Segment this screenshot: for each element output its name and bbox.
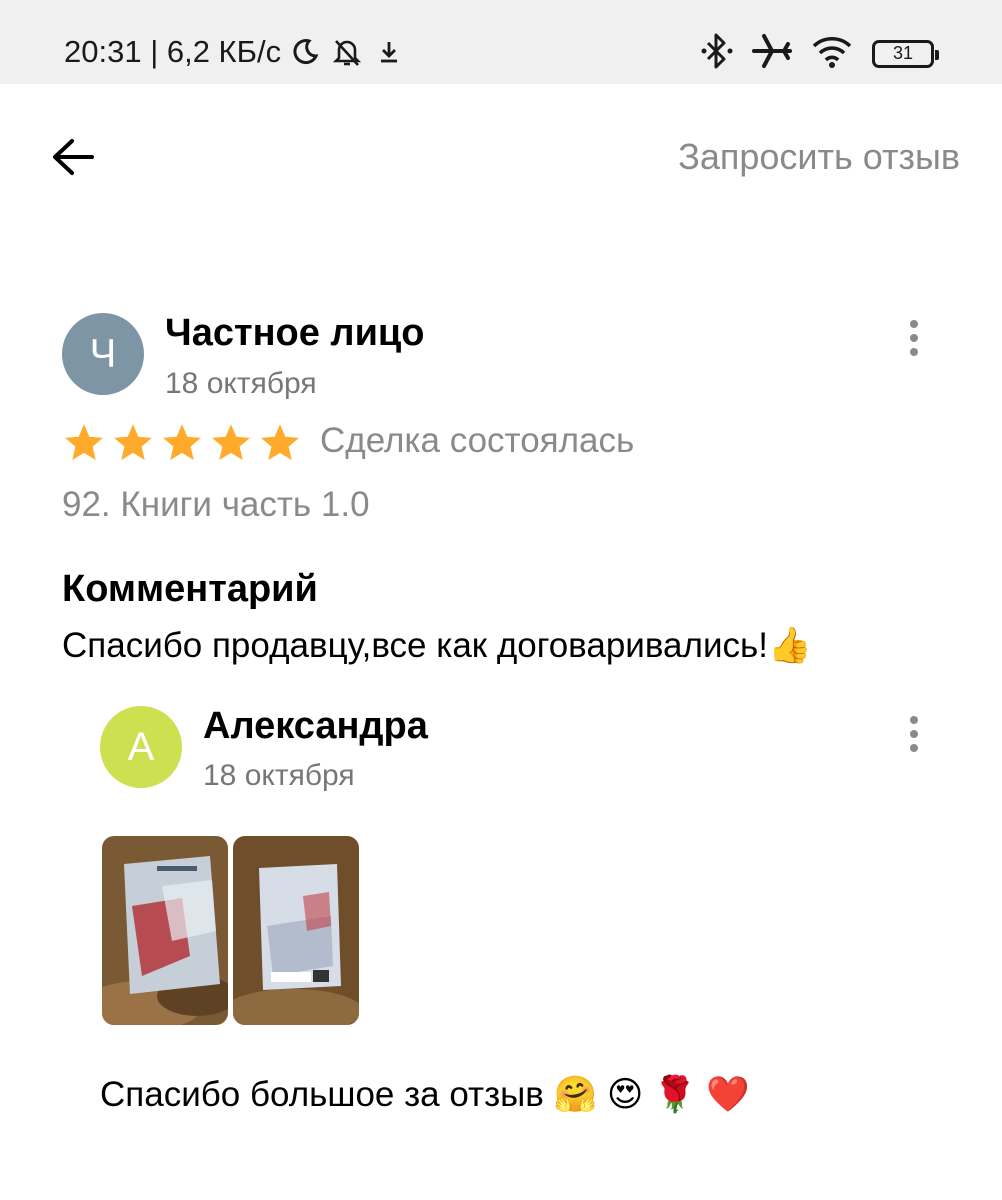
reviewer-avatar-letter: Ч <box>89 331 117 376</box>
moon-icon <box>287 34 323 70</box>
reply-text: Спасибо большое за отзыв 🤗 😍 🌹 ❤️ <box>100 1075 750 1114</box>
star-icon <box>163 424 201 461</box>
seller-avatar-letter: А <box>127 724 155 769</box>
star-icon <box>261 424 299 461</box>
download-icon <box>371 34 407 70</box>
battery-icon: 31 <box>872 39 939 68</box>
status-bar: 20:31 | 6,2 КБ/с 31 <box>0 0 1002 84</box>
reviewer-avatar: Ч <box>62 313 144 395</box>
reviewer-name: Частное лицо <box>165 312 425 354</box>
review-date: 18 октября <box>165 367 317 400</box>
status-time-speed: 20:31 | 6,2 КБ/с <box>64 34 282 69</box>
bluetooth-icon <box>700 32 734 75</box>
airplane-icon <box>752 32 792 75</box>
arrow-left-icon <box>53 139 94 175</box>
book-back-photo[interactable] <box>233 836 359 1025</box>
bell-off-icon <box>329 34 365 70</box>
star-icon <box>212 424 250 461</box>
status-right: 31 <box>700 32 939 75</box>
status-left: 20:31 | 6,2 КБ/с <box>64 34 407 70</box>
comment-text: Спасибо продавцу,все как договаривались!… <box>62 626 812 665</box>
star-icon <box>114 424 152 461</box>
seller-avatar: А <box>100 706 182 788</box>
battery-level: 31 <box>892 43 914 63</box>
seller-name: Александра <box>203 705 428 747</box>
reply-date: 18 октября <box>203 759 355 792</box>
comment-heading: Комментарий <box>62 568 318 610</box>
star-icon <box>65 424 103 461</box>
request-review-button[interactable]: Запросить отзыв <box>678 136 960 178</box>
back-button[interactable] <box>48 132 98 182</box>
book-front-photo[interactable] <box>102 836 228 1025</box>
item-title[interactable]: 92. Книги часть 1.0 <box>62 485 370 525</box>
wifi-icon <box>810 33 854 74</box>
reply-more-icon[interactable] <box>904 716 924 752</box>
rating-stars <box>62 421 302 465</box>
deal-status: Сделка состоялась <box>320 421 635 460</box>
review-more-icon[interactable] <box>904 320 924 356</box>
